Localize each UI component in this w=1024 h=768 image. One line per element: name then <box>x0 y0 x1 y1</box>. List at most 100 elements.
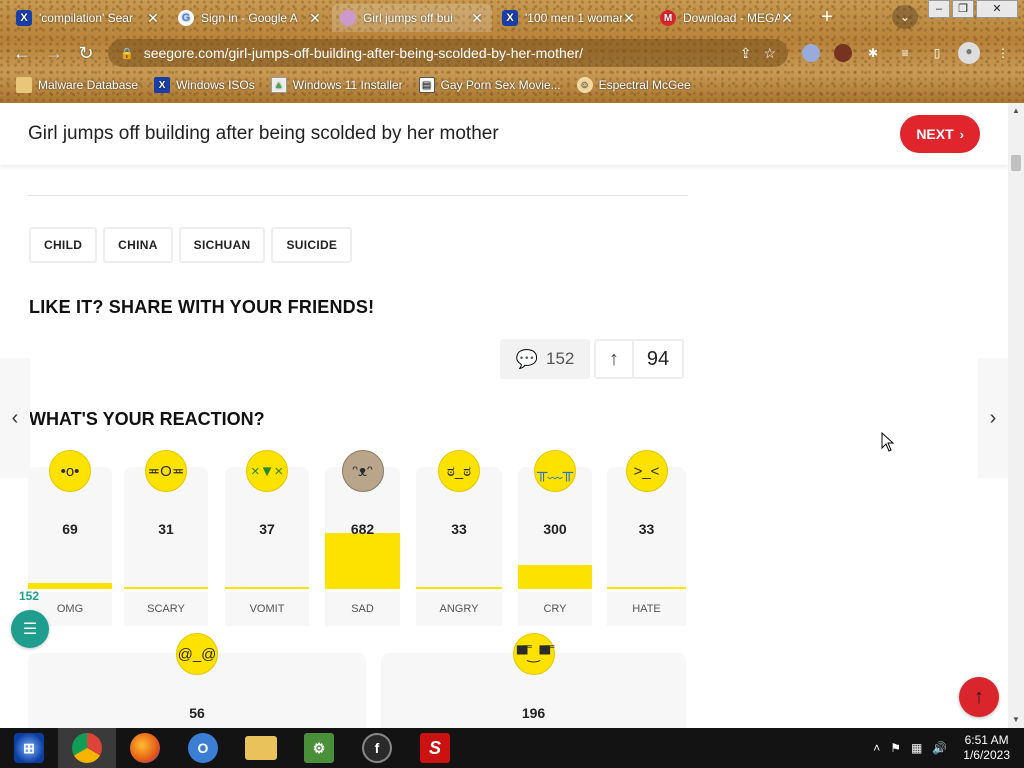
reaction-label: HATE <box>607 592 686 626</box>
flash-icon: f <box>362 733 392 763</box>
reaction-count: 31 <box>158 521 174 537</box>
reaction-scary[interactable]: ≖O≖ 31 SCARY <box>124 447 208 627</box>
close-icon[interactable]: ✕ <box>780 10 794 27</box>
tag-china[interactable]: CHINA <box>103 227 173 263</box>
chevron-up-icon[interactable]: ˄ <box>873 741 880 755</box>
next-button[interactable]: NEXT › <box>900 115 980 153</box>
reaction-angry[interactable]: ಠ_ಠ 33 ANGRY <box>416 447 502 627</box>
extension-flag-icon[interactable] <box>802 44 820 62</box>
tab-search-button[interactable]: ⌄ <box>892 5 918 29</box>
tab-100-men[interactable]: X '100 men 1 woman ✕ <box>494 4 644 32</box>
taskbar-s-app[interactable]: S <box>406 728 464 768</box>
divider <box>28 195 688 196</box>
reaction-bar-fill <box>325 532 400 589</box>
bookmark-malware-database[interactable]: Malware Database <box>16 77 138 93</box>
tab-title: '100 men 1 woman <box>525 11 622 25</box>
side-panel-icon[interactable]: ▯ <box>928 44 946 62</box>
reaction-count: 37 <box>259 521 275 537</box>
tag-suicide[interactable]: SUICIDE <box>271 227 353 263</box>
reaction-bar-fill <box>225 586 309 589</box>
scroll-thumb[interactable] <box>1011 155 1021 171</box>
tag-sichuan[interactable]: SICHUAN <box>178 227 266 263</box>
reaction-cool[interactable]: ▀̿‿▀̿ 196 <box>381 633 686 728</box>
bookmark-espectral-mcgee[interactable]: ☺ Espectral McGee <box>576 77 691 93</box>
star-icon[interactable]: ☆ <box>763 45 776 62</box>
reload-icon[interactable]: ↻ <box>74 41 98 65</box>
previous-post-arrow[interactable]: ‹ <box>0 358 30 478</box>
comments-count-button[interactable]: 💬 152 <box>500 339 590 379</box>
forward-arrow-icon[interactable]: → <box>42 41 66 65</box>
taskbar-opera[interactable]: O <box>174 728 232 768</box>
tab-title: Download - MEGA <box>683 11 780 25</box>
upvote-arrow-icon[interactable]: ↑ <box>596 341 634 377</box>
scroll-up-arrow-icon[interactable]: ▲ <box>1008 103 1024 119</box>
media-icon[interactable]: ≡ <box>896 44 914 62</box>
reaction-bar-fill <box>518 564 592 589</box>
taskbar-flash[interactable]: f <box>348 728 406 768</box>
next-post-arrow[interactable]: › <box>978 358 1008 478</box>
tab-title: Sign in - Google A <box>201 11 298 25</box>
clock-date: 1/6/2023 <box>963 748 1010 762</box>
reaction-bar-fill <box>124 586 208 589</box>
windows-start-icon: ⊞ <box>14 733 44 763</box>
tab-mega[interactable]: M Download - MEGA ✕ <box>652 4 802 32</box>
tab-google-signin[interactable]: G Sign in - Google A ✕ <box>170 4 330 32</box>
puzzle-icon[interactable]: ✱ <box>864 44 882 62</box>
reaction-sad[interactable]: ᵔᴥᵔ 682 SAD <box>325 447 400 627</box>
vote-box: ↑ 94 <box>594 339 684 379</box>
bookmark-label: Windows ISOs <box>176 78 255 92</box>
taskbar-network[interactable]: ⚙ <box>290 728 348 768</box>
reaction-count: 33 <box>451 521 467 537</box>
extension-avatar-icon[interactable] <box>834 44 852 62</box>
tab-girl-jumps[interactable]: Girl jumps off bui ✕ <box>332 4 492 32</box>
reaction-cry[interactable]: ╥﹏╥ 300 CRY <box>518 447 592 627</box>
maximize-button[interactable]: ❐ <box>952 0 974 18</box>
reaction-omg[interactable]: •o• 69 OMG <box>28 447 112 627</box>
close-icon[interactable]: ✕ <box>308 10 322 27</box>
bookmark-windows-11-installer[interactable]: ▲ Windows 11 Installer <box>270 77 403 93</box>
bookmark-windows-isos[interactable]: X Windows ISOs <box>154 77 255 93</box>
floating-comments-button[interactable]: ☰ <box>11 610 49 648</box>
bookmarks-bar: Malware Database X Windows ISOs ▲ Window… <box>0 72 1024 98</box>
comments-count: 152 <box>546 349 575 368</box>
bookmark-movies[interactable]: ▤ Gay Porn Sex Movie... <box>418 77 561 93</box>
page-title: Girl jumps off building after being scol… <box>28 123 499 144</box>
reaction-dizzy[interactable]: @_@ 56 <box>28 633 366 728</box>
start-button[interactable]: ⊞ <box>0 728 58 768</box>
image-icon: ▲ <box>270 77 287 93</box>
url-text[interactable]: seegore.com/girl-jumps-off-building-afte… <box>144 45 728 61</box>
windows-taskbar: ⊞ O ⚙ f S ˄ ⚑ ▦ 🔊 6:51 AM 1/6/2023 <box>0 728 1024 768</box>
s-app-icon: S <box>420 733 450 763</box>
folder-icon <box>245 736 277 760</box>
opera-icon: O <box>188 733 218 763</box>
share-icon[interactable]: ⇪ <box>740 45 752 62</box>
back-to-top-button[interactable]: ↑ <box>959 677 999 717</box>
taskbar-chrome[interactable] <box>58 728 116 768</box>
new-tab-button[interactable]: + <box>814 6 840 30</box>
back-arrow-icon[interactable]: ← <box>10 41 34 65</box>
network-status-icon[interactable]: ▦ <box>911 741 922 755</box>
menu-dots-icon[interactable]: ⋮ <box>994 44 1012 62</box>
profile-icon[interactable]: ● <box>958 42 980 64</box>
flag-icon[interactable]: ⚑ <box>890 741 901 755</box>
close-icon[interactable]: ✕ <box>470 10 484 27</box>
taskbar-firefox[interactable] <box>116 728 174 768</box>
clock[interactable]: 6:51 AM 1/6/2023 <box>963 733 1010 763</box>
reaction-bar-fill <box>416 586 502 589</box>
browser-toolbar: ← → ↻ 🔒 seegore.com/girl-jumps-off-build… <box>0 36 1024 70</box>
tab-strip: X 'compilation' Sear ✕ G Sign in - Googl… <box>0 0 1024 34</box>
volume-icon[interactable]: 🔊 <box>932 741 947 755</box>
taskbar-explorer[interactable] <box>232 728 290 768</box>
sticky-header: Girl jumps off building after being scol… <box>0 103 1008 165</box>
reaction-vomit[interactable]: ×▼× 37 VOMIT <box>225 447 309 627</box>
close-icon[interactable]: ✕ <box>622 10 636 27</box>
address-bar[interactable]: 🔒 seegore.com/girl-jumps-off-building-af… <box>108 39 788 67</box>
close-icon[interactable]: ✕ <box>146 10 160 27</box>
scroll-down-arrow-icon[interactable]: ▼ <box>1008 712 1024 728</box>
minimize-button[interactable]: – <box>928 0 950 18</box>
scrollbar[interactable]: ▲ ▼ <box>1008 103 1024 728</box>
tag-child[interactable]: CHILD <box>29 227 98 263</box>
tab-compilation[interactable]: X 'compilation' Sear ✕ <box>8 4 168 32</box>
close-window-button[interactable]: ✕ <box>976 0 1018 18</box>
reaction-hate[interactable]: >_< 33 HATE <box>607 447 686 627</box>
